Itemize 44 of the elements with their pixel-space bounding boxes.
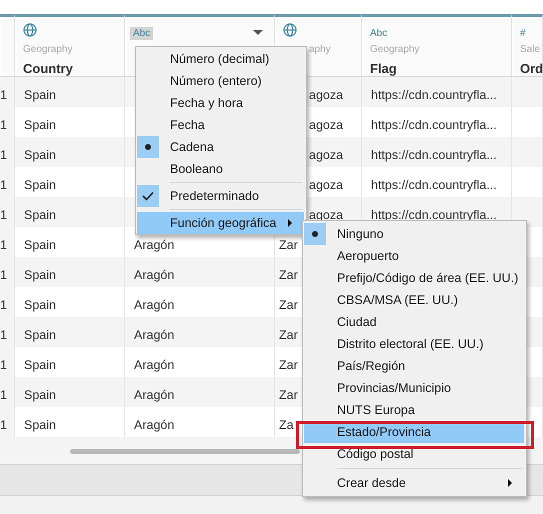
- menu-item[interactable]: Predeterminado: [137, 185, 304, 207]
- table-cell: Aragón: [125, 257, 275, 287]
- table-cell: 1: [0, 407, 15, 437]
- table-cell: Spain: [15, 77, 125, 107]
- type-badge[interactable]: #: [517, 27, 529, 40]
- table-cell: 1: [0, 377, 15, 407]
- column-title[interactable]: Ord: [520, 61, 543, 76]
- table-cell: Spain: [15, 317, 125, 347]
- role-label: Geography: [370, 44, 420, 55]
- menu-item[interactable]: Función geográfica: [137, 212, 304, 234]
- table-cell: https://cdn.countryfla...: [362, 137, 512, 167]
- table-cell: 1: [0, 287, 15, 317]
- column-title[interactable]: Country: [23, 61, 73, 76]
- table-cell: 1: [0, 347, 15, 377]
- role-label: Sale: [520, 44, 540, 55]
- table-cell: 1: [0, 227, 15, 257]
- scrollbar[interactable]: [70, 449, 300, 454]
- table-cell: 1: [0, 77, 15, 107]
- role-label: Geography: [23, 44, 72, 55]
- caret-icon[interactable]: [253, 30, 263, 35]
- table-cell: 1: [0, 197, 15, 227]
- table-cell: Spain: [15, 257, 125, 287]
- table-cell: 1: [0, 317, 15, 347]
- table-cell: https://cdn.countryfla...: [362, 77, 512, 107]
- table-cell: Spain: [15, 197, 125, 227]
- globe-icon: [283, 23, 297, 37]
- menu-item[interactable]: Número (decimal): [137, 48, 304, 70]
- table-cell: Aragón: [125, 317, 275, 347]
- globe-icon: [23, 23, 37, 37]
- table-cell: 1: [0, 137, 15, 167]
- table-cell: 1: [0, 107, 15, 137]
- submenu-arrow-icon: [508, 479, 512, 487]
- table-cell: Aragón: [125, 377, 275, 407]
- menu-item[interactable]: Código postal: [304, 443, 524, 465]
- submenu-arrow-icon: [288, 219, 292, 227]
- table-cell: [512, 137, 543, 167]
- table-cell: Spain: [15, 137, 125, 167]
- table-cell: Spain: [15, 377, 125, 407]
- column-title[interactable]: Flag: [370, 61, 397, 76]
- type-badge[interactable]: Abc: [367, 27, 390, 40]
- checkmark-icon: [137, 185, 159, 207]
- table-cell: 1: [0, 167, 15, 197]
- role-label: aphy: [309, 44, 331, 55]
- table-cell: 1: [0, 257, 15, 287]
